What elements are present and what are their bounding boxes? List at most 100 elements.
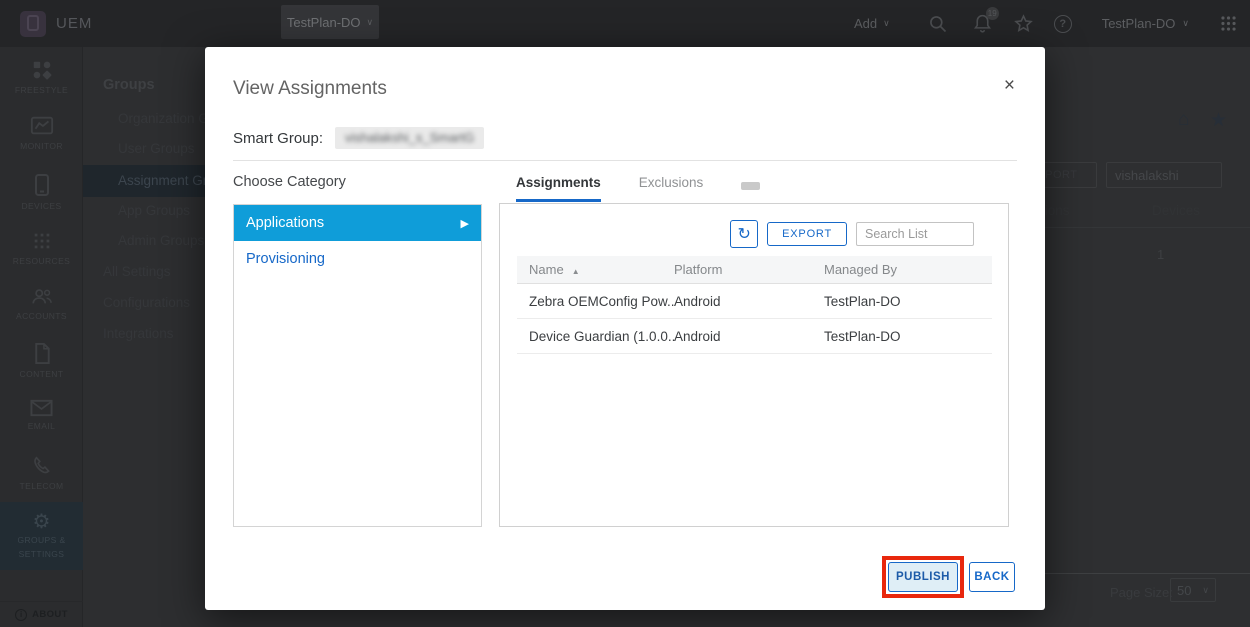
background-col-devices: Devices [1152, 203, 1200, 218]
assignment-tabs: Assignments Exclusions [516, 175, 760, 202]
table-row[interactable]: Device Guardian (1.0.0... Android TestPl… [517, 319, 992, 354]
people-icon [30, 285, 54, 307]
smart-group-label: Smart Group: [233, 130, 323, 147]
table-header-row: Name▲ Platform Managed By [517, 256, 992, 284]
background-search-input[interactable] [1106, 162, 1222, 188]
phone-handset-icon [31, 455, 53, 477]
page-size-select[interactable]: 50 ∨ [1170, 578, 1216, 602]
sidebar-item-label: CONTENT [20, 369, 64, 380]
envelope-icon [30, 399, 53, 417]
notifications-bell-icon[interactable]: 19 [972, 13, 993, 34]
sidebar-item-content[interactable]: CONTENT [0, 342, 83, 380]
page-size-value: 50 [1177, 583, 1191, 598]
sidebar-item-label: SETTINGS [19, 549, 65, 560]
nav-item-configurations[interactable]: Configurations [103, 295, 190, 310]
category-label: Applications [246, 215, 324, 231]
tab-exclusions[interactable]: Exclusions [639, 175, 704, 202]
document-icon [32, 342, 52, 365]
sidebar-item-resources[interactable]: RESOURCES [0, 230, 83, 267]
sidebar-item-label: EMAIL [28, 421, 56, 432]
nav-item-all-settings[interactable]: All Settings [103, 264, 171, 279]
publish-button[interactable]: PUBLISH [888, 562, 958, 592]
uem-logo [20, 11, 46, 37]
organization-group-selector[interactable]: TestPlan-DO ∨ [281, 5, 379, 39]
account-menu-label: TestPlan-DO [1102, 16, 1176, 31]
refresh-button[interactable]: ↻ [730, 220, 758, 248]
smart-group-value-redacted: vishalakshi_s_SmartG [335, 127, 484, 149]
sidebar-item-label: MONITOR [20, 141, 63, 152]
add-menu-label: Add [854, 16, 877, 31]
sidebar-item-about[interactable]: i ABOUT [0, 601, 83, 627]
sidebar-item-freestyle[interactable]: FREESTYLE [0, 59, 83, 96]
about-label: ABOUT [32, 609, 68, 620]
sidebar-item-groups-settings[interactable]: ⚙ GROUPS & SETTINGS [0, 502, 83, 570]
background-device-count: 1 [1157, 247, 1164, 262]
divider [233, 160, 1017, 161]
close-icon[interactable]: × [1004, 75, 1015, 97]
refresh-icon: ↻ [737, 224, 750, 244]
cell-platform: Android [674, 294, 824, 309]
sidebar-item-label: TELECOM [20, 481, 64, 492]
column-header-name[interactable]: Name▲ [517, 262, 674, 277]
redacted-badge [741, 182, 760, 190]
sort-asc-icon: ▲ [572, 267, 580, 276]
choose-category-label: Choose Category [233, 174, 346, 190]
account-menu[interactable]: TestPlan-DO ∨ [1102, 16, 1189, 31]
arrow-right-icon: ▶ [461, 217, 469, 230]
favorites-star-icon[interactable] [1013, 13, 1034, 34]
home-icon[interactable]: ⌂ [1178, 109, 1189, 131]
help-icon[interactable]: ? [1054, 15, 1072, 33]
category-item-provisioning[interactable]: Provisioning [234, 241, 481, 277]
uem-logo-text: UEM [56, 15, 92, 32]
grid-dots-icon [31, 230, 53, 252]
tab-assignments[interactable]: Assignments [516, 175, 601, 202]
export-button[interactable]: EXPORT [767, 222, 847, 246]
cell-platform: Android [674, 329, 824, 344]
column-header-managed-by[interactable]: Managed By [824, 262, 992, 277]
nav-item-app-groups[interactable]: App Groups [118, 203, 190, 218]
nav-item-admin-groups[interactable]: Admin Groups [118, 233, 204, 248]
sidebar-item-accounts[interactable]: ACCOUNTS [0, 285, 83, 322]
assignments-table: Name▲ Platform Managed By Zebra OEMConfi… [517, 256, 992, 354]
phone-icon [32, 173, 52, 197]
back-button[interactable]: BACK [969, 562, 1015, 592]
category-item-applications[interactable]: Applications ▶ [234, 205, 481, 241]
nav-item-user-groups[interactable]: User Groups [118, 141, 195, 156]
gear-icon: ⚙ [33, 512, 51, 532]
sidebar-item-email[interactable]: EMAIL [0, 399, 83, 432]
category-label: Provisioning [246, 251, 325, 267]
og-selector-label: TestPlan-DO [287, 15, 361, 30]
chevron-down-icon: ∨ [1182, 18, 1189, 29]
chevron-down-icon: ∨ [367, 17, 374, 28]
monitor-icon [30, 115, 54, 137]
view-assignments-modal: View Assignments × Smart Group: vishalak… [205, 47, 1045, 610]
main-sidebar: FREESTYLE MONITOR DEVICES RESOURCES ACCO… [0, 47, 83, 627]
uem-logo-glyph [27, 15, 39, 31]
cell-name: Device Guardian (1.0.0... [517, 329, 674, 344]
nav-item-integrations[interactable]: Integrations [103, 326, 174, 341]
sidebar-item-telecom[interactable]: TELECOM [0, 455, 83, 492]
search-list-input[interactable] [856, 222, 974, 246]
cell-managed-by: TestPlan-DO [824, 294, 992, 309]
star-icon[interactable]: ★ [1210, 109, 1227, 132]
add-menu[interactable]: Add ∨ [854, 16, 890, 31]
cell-name: Zebra OEMConfig Pow... [517, 294, 674, 309]
category-list: Applications ▶ Provisioning [233, 204, 482, 527]
assignments-panel: ↻ EXPORT Name▲ Platform Managed By Zebra… [499, 203, 1009, 527]
page-size-label: Page Size: [1110, 585, 1173, 600]
sidebar-item-label: ACCOUNTS [16, 311, 67, 322]
top-bar: UEM TestPlan-DO ∨ Add ∨ 19 ? TestPlan-DO… [0, 0, 1250, 47]
search-icon[interactable] [928, 14, 948, 34]
modal-title: View Assignments [233, 78, 387, 100]
cell-managed-by: TestPlan-DO [824, 329, 992, 344]
sidebar-item-label: FREESTYLE [15, 85, 68, 96]
sidebar-item-label: GROUPS & [17, 535, 65, 546]
info-icon: i [15, 609, 27, 621]
sidebar-item-monitor[interactable]: MONITOR [0, 115, 83, 152]
table-row[interactable]: Zebra OEMConfig Pow... Android TestPlan-… [517, 284, 992, 319]
annotation-highlight-box: PUBLISH [882, 556, 964, 598]
column-header-platform[interactable]: Platform [674, 262, 824, 277]
sidebar-item-devices[interactable]: DEVICES [0, 173, 83, 212]
app-grid-icon[interactable] [1219, 14, 1238, 33]
groups-nav-title: Groups [103, 77, 155, 93]
